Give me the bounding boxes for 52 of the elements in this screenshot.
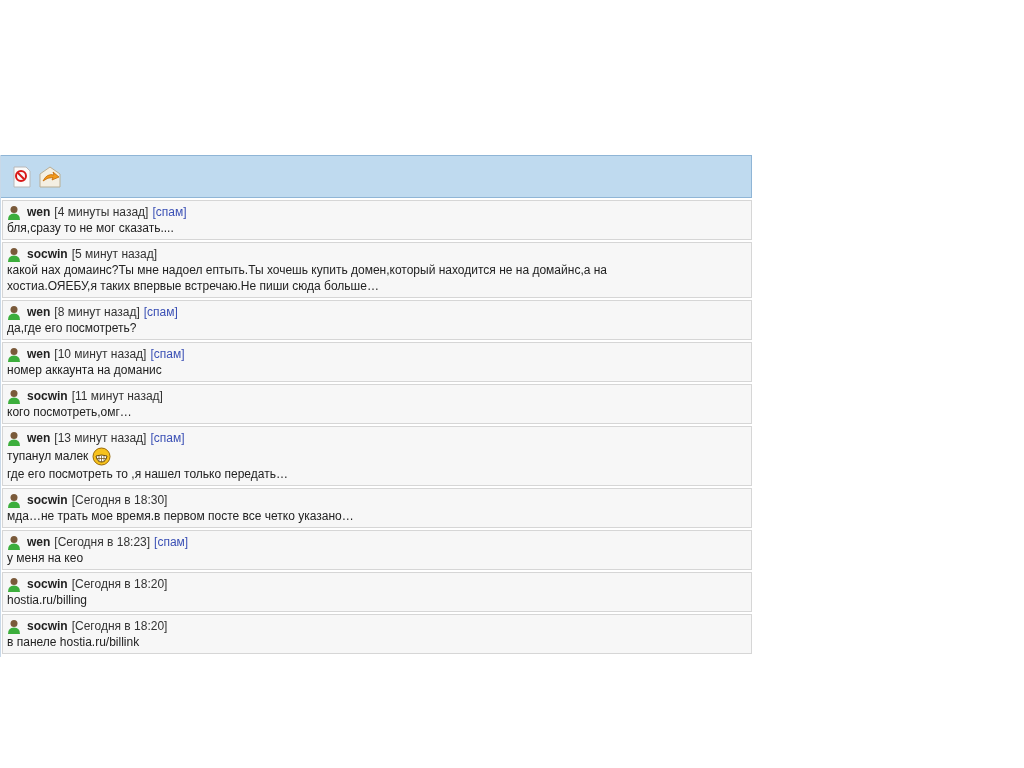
user-icon — [7, 430, 21, 446]
spam-link[interactable]: [спам] — [143, 304, 178, 320]
timestamp: [8 минут назад] — [54, 304, 140, 320]
spam-link[interactable]: [спам] — [150, 346, 185, 362]
message-text: в панеле hostia.ru/billink — [7, 634, 140, 650]
envelope-arrow-icon — [39, 165, 61, 188]
username: socwin — [27, 618, 68, 634]
message-text: бля,сразу то не мог сказать.... — [7, 220, 174, 236]
user-icon — [7, 204, 21, 220]
username: wen — [27, 204, 51, 220]
username: wen — [27, 304, 51, 320]
user-icon — [7, 534, 21, 550]
user-icon — [7, 304, 21, 320]
message-text: кого посмотреть,омг… — [7, 404, 132, 420]
refresh-button[interactable] — [39, 164, 61, 189]
timestamp: [5 минут назад] — [71, 246, 158, 262]
user-icon — [7, 388, 21, 404]
message-text: где его посмотреть то ,я нашел только передать… — [7, 466, 288, 482]
message-text: какой нах домаинс?Ты мне надоел ептыть.Ты хочешь купить домен,который находится не на домайнс,а на — [7, 262, 608, 278]
timestamp: [Сегодня в 18:20] — [71, 618, 168, 634]
username: wen — [27, 346, 51, 362]
spam-link[interactable]: [спам] — [154, 534, 189, 550]
block-page-icon — [13, 165, 31, 188]
message-text: у меня на кео — [7, 550, 84, 566]
timestamp: [11 минут назад] — [71, 388, 163, 404]
username: socwin — [27, 576, 68, 592]
message-text: мда…не трать мое время.в первом посте все четко указано… — [7, 508, 354, 524]
username: socwin — [27, 246, 68, 262]
username: wen — [27, 534, 51, 550]
message-text: номер аккаунта на доманис — [7, 362, 162, 378]
message-text: да,где его посмотреть? — [7, 320, 137, 336]
timestamp: [4 минуты назад] — [54, 204, 149, 220]
timestamp: [Сегодня в 18:30] — [71, 492, 168, 508]
grin-emoticon-icon — [92, 446, 112, 466]
user-icon — [7, 492, 21, 508]
username: socwin — [27, 388, 68, 404]
timestamp: [10 минут назад] — [54, 346, 147, 362]
message-text: тупанул малек — [7, 448, 89, 464]
username: wen — [27, 430, 51, 446]
username: socwin — [27, 492, 68, 508]
user-icon — [7, 576, 21, 592]
spam-link[interactable]: [спам] — [152, 204, 187, 220]
message-text: hostia.ru/billing — [7, 592, 88, 608]
timestamp: [Сегодня в 18:20] — [71, 576, 168, 592]
user-icon — [7, 346, 21, 362]
timestamp: [13 минут назад] — [54, 430, 147, 446]
message-text: хостиа.ОЯЕБУ,я таких впервые встречаю.Не пиши сюда больше… — [7, 278, 379, 294]
user-icon — [7, 246, 21, 262]
spam-link[interactable]: [спам] — [150, 430, 185, 446]
timestamp: [Сегодня в 18:23] — [54, 534, 151, 550]
user-icon — [7, 618, 21, 634]
block-button[interactable] — [11, 164, 33, 189]
